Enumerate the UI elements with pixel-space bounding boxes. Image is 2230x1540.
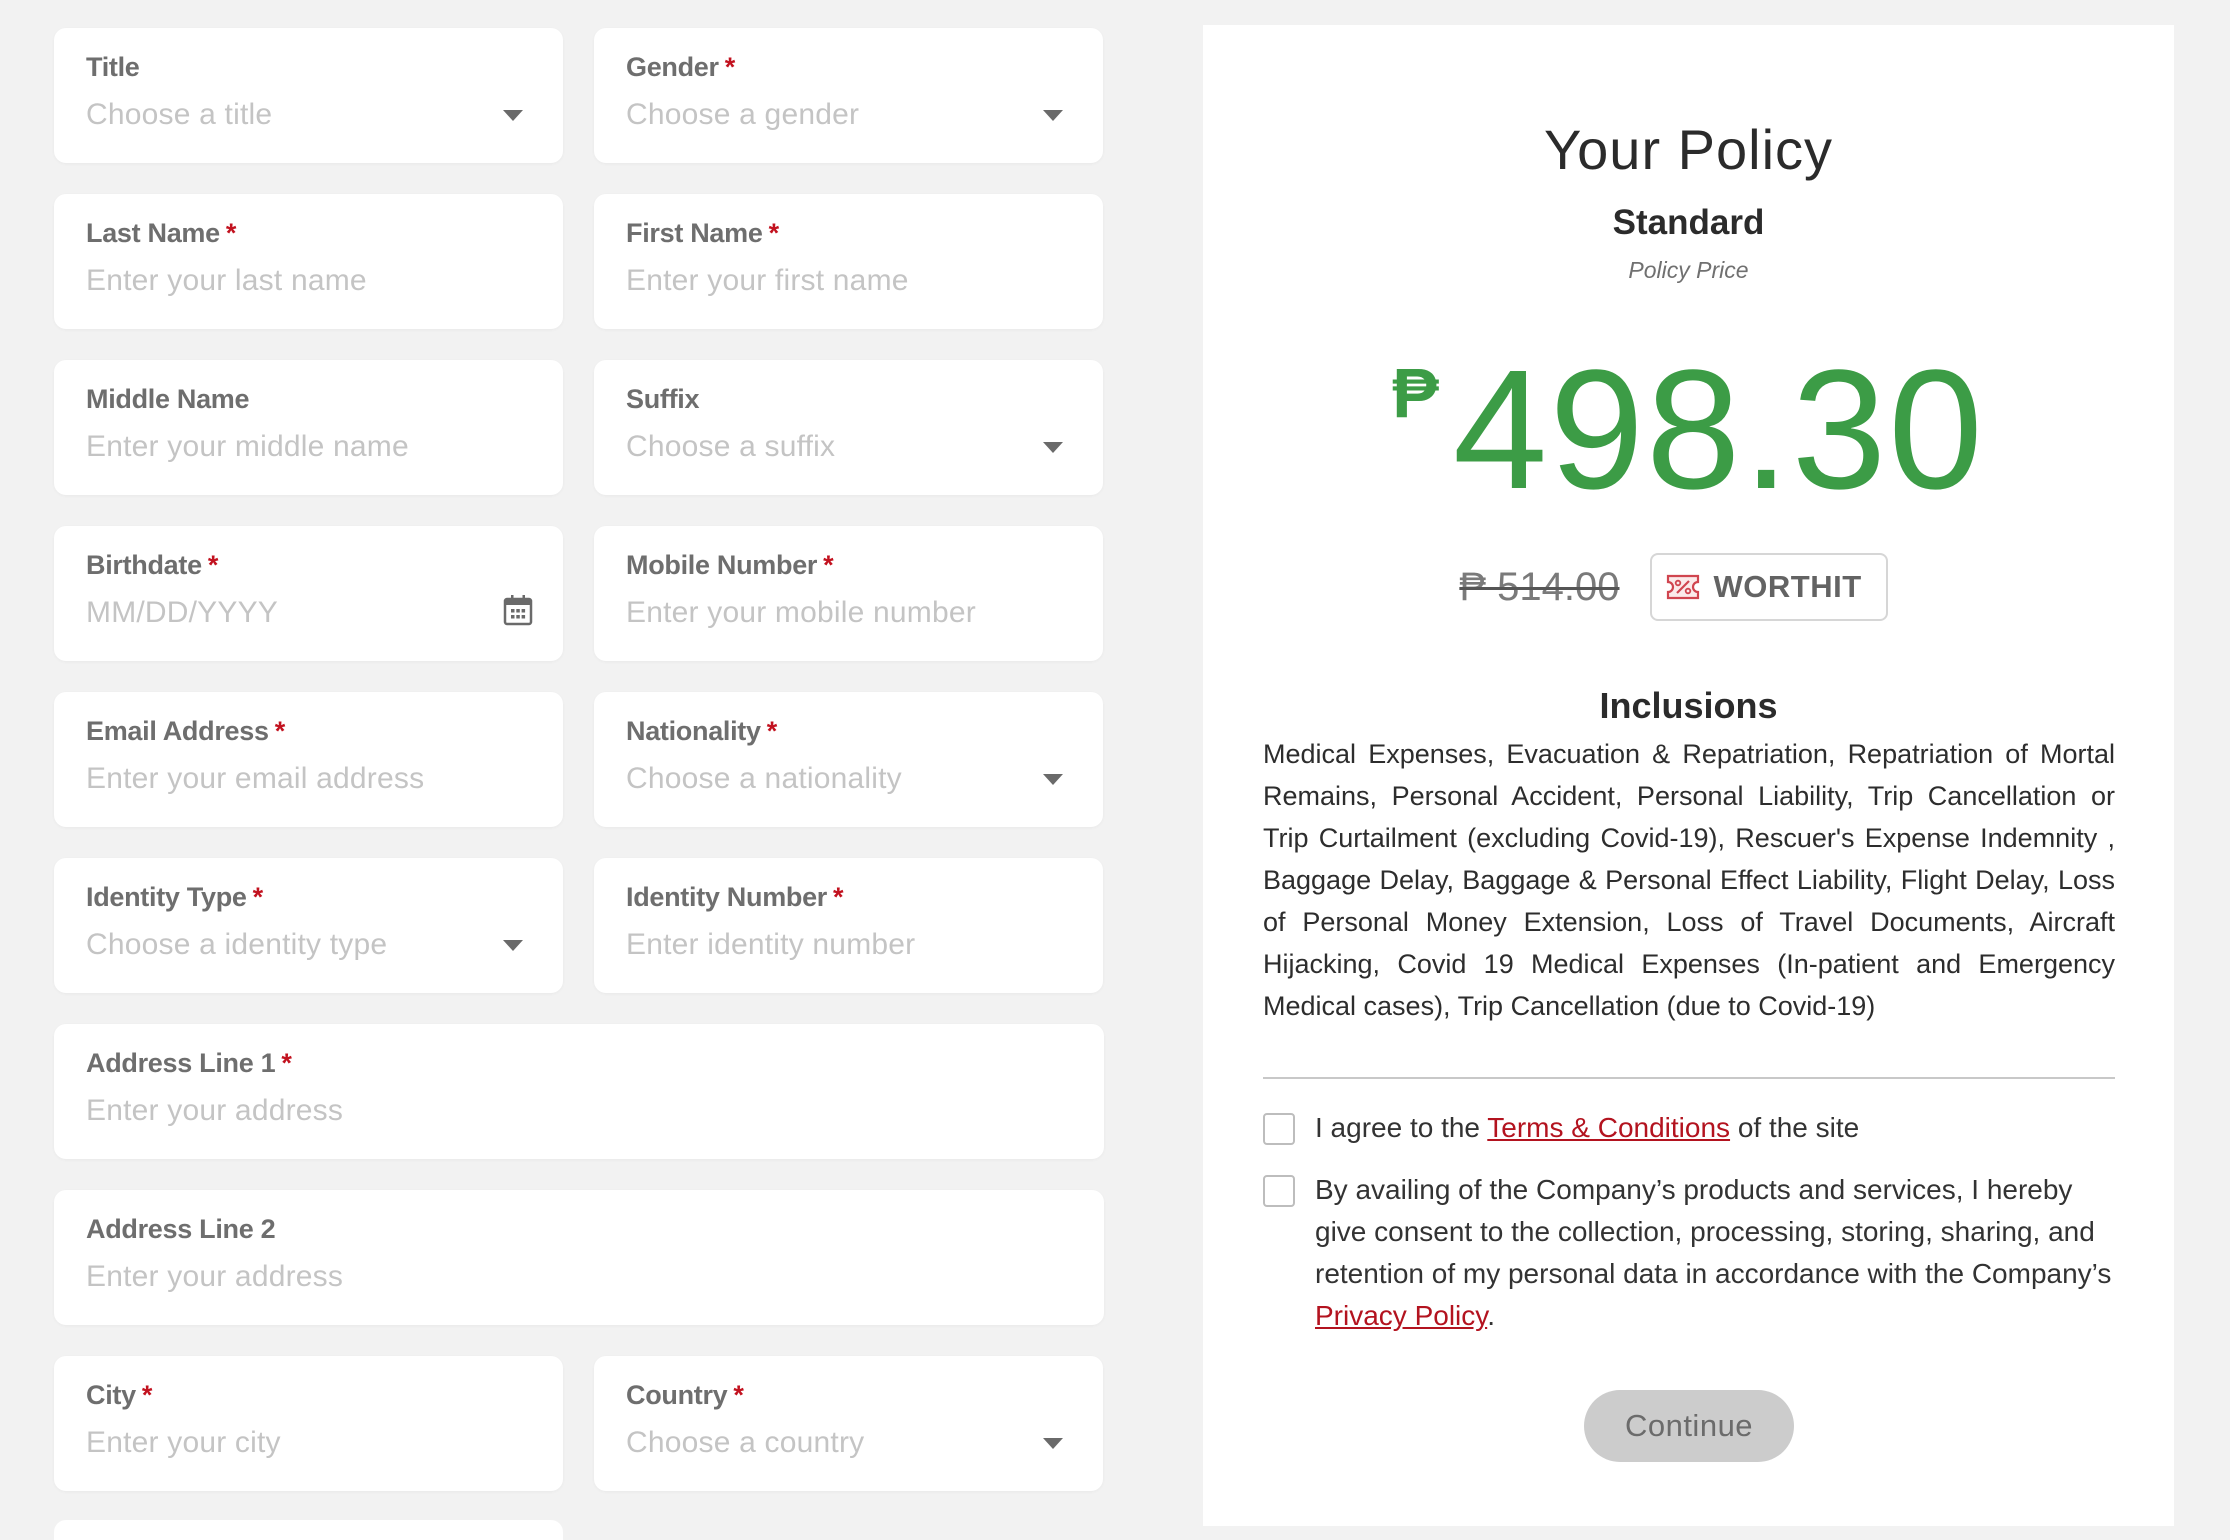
address-line-2-label: Address Line 2 (86, 1214, 276, 1244)
required-marker: * (207, 550, 219, 580)
email-label: Email Address * (86, 716, 286, 746)
required-marker: * (252, 882, 264, 912)
price-amount: 498.30 (1452, 335, 1985, 525)
chevron-down-icon[interactable] (1043, 774, 1063, 785)
required-marker: * (768, 218, 780, 248)
gender-field[interactable]: Gender * Choose a gender (594, 28, 1103, 163)
promo-code-badge[interactable]: WORTHIT (1649, 553, 1888, 621)
address-line-2-field[interactable]: Address Line 2 (54, 1190, 1104, 1325)
policy-title: Your Policy (1543, 118, 1834, 181)
country-field[interactable]: Country * Choose a country (594, 1356, 1103, 1491)
middle-name-field[interactable]: Middle Name (54, 360, 563, 495)
first-name-field[interactable]: First Name * (594, 194, 1103, 329)
mobile-number-input[interactable] (626, 596, 1026, 630)
identity-number-input[interactable] (626, 928, 1026, 962)
birthdate-label: Birthdate * (86, 550, 219, 580)
identity-type-label: Identity Type * (86, 882, 264, 912)
address-line-1-label: Address Line 1 * (86, 1048, 292, 1078)
mobile-number-field[interactable]: Mobile Number * (594, 526, 1103, 661)
chevron-down-icon[interactable] (503, 940, 523, 951)
terms-agreement: I agree to the Terms & Conditions of the… (1263, 1107, 2123, 1149)
currency-symbol: ₱ (1392, 354, 1439, 432)
chevron-down-icon[interactable] (1043, 1438, 1063, 1449)
inclusions-title: Inclusions (1599, 685, 1778, 726)
required-marker: * (823, 550, 834, 580)
consent-checkbox[interactable] (1263, 1175, 1295, 1207)
suffix-field[interactable]: Suffix Choose a suffix (594, 360, 1103, 495)
gender-select[interactable]: Choose a gender (626, 98, 1026, 132)
continue-button[interactable]: Continue (1584, 1390, 1794, 1462)
required-marker: * (141, 1380, 153, 1410)
nationality-select[interactable]: Choose a nationality (626, 762, 1026, 796)
address-line-2-input[interactable] (86, 1260, 986, 1294)
privacy-consent: By availing of the Company’s products an… (1263, 1169, 2123, 1337)
mobile-number-label: Mobile Number * (626, 550, 834, 580)
address-line-1-input[interactable] (86, 1094, 986, 1128)
email-field[interactable]: Email Address * (54, 692, 563, 827)
first-name-input[interactable] (626, 264, 1026, 298)
email-input[interactable] (86, 762, 486, 796)
birthdate-field[interactable]: Birthdate * (54, 526, 563, 661)
required-marker: * (833, 882, 844, 912)
required-marker: * (225, 218, 237, 248)
chevron-down-icon[interactable] (503, 110, 523, 121)
gender-label: Gender * (626, 52, 736, 82)
identity-type-select[interactable]: Choose a identity type (86, 928, 486, 962)
policy-price: ₱498.30 (1203, 325, 2174, 515)
address-line-1-field[interactable]: Address Line 1 * (54, 1024, 1104, 1159)
suffix-label: Suffix (626, 384, 700, 414)
city-label: City * (86, 1380, 153, 1410)
middle-name-label: Middle Name (86, 384, 250, 414)
identity-number-field[interactable]: Identity Number * (594, 858, 1103, 993)
suffix-select[interactable]: Choose a suffix (626, 430, 1026, 464)
consent-text: By availing of the Company’s products an… (1315, 1174, 2112, 1331)
promo-code: WORTHIT (1713, 569, 1862, 604)
title-select[interactable]: Choose a title (86, 98, 486, 132)
nationality-field[interactable]: Nationality * Choose a nationality (594, 692, 1103, 827)
inclusions-text: Medical Expenses, Evacuation & Repatriat… (1263, 739, 2115, 1021)
divider (1263, 1077, 2115, 1079)
birthdate-input[interactable] (86, 596, 486, 630)
required-marker: * (274, 716, 286, 746)
middle-name-input[interactable] (86, 430, 486, 464)
last-name-input[interactable] (86, 264, 486, 298)
country-select[interactable]: Choose a country (626, 1426, 1026, 1460)
next-field-card (54, 1520, 563, 1540)
required-marker: * (281, 1048, 292, 1078)
chevron-down-icon[interactable] (1043, 442, 1063, 453)
first-name-label: First Name * (626, 218, 780, 248)
last-name-label: Last Name * (86, 218, 237, 248)
chevron-down-icon[interactable] (1043, 110, 1063, 121)
policy-summary-panel: Your Policy Standard Policy Price ₱498.3… (1203, 25, 2174, 1526)
identity-number-label: Identity Number * (626, 882, 844, 912)
title-label: Title (86, 52, 140, 82)
country-label: Country * (626, 1380, 744, 1410)
last-name-field[interactable]: Last Name * (54, 194, 563, 329)
required-marker: * (733, 1380, 744, 1410)
plan-name: Standard (1612, 203, 1765, 242)
title-field[interactable]: Title Choose a title (54, 28, 563, 163)
terms-checkbox[interactable] (1263, 1113, 1295, 1145)
coupon-icon (1666, 574, 1699, 600)
terms-text: I agree to the Terms & Conditions of the… (1315, 1112, 1860, 1143)
nationality-label: Nationality * (626, 716, 778, 746)
price-caption: Policy Price (1628, 257, 1749, 283)
identity-type-field[interactable]: Identity Type * Choose a identity type (54, 858, 563, 993)
original-price: ₱ 514.00 (1459, 564, 1620, 609)
calendar-icon[interactable] (503, 594, 533, 626)
privacy-policy-link[interactable]: Privacy Policy (1315, 1300, 1487, 1331)
discount-row: ₱ 514.00 WORTHIT (1203, 553, 2174, 621)
city-input[interactable] (86, 1426, 486, 1460)
required-marker: * (724, 52, 736, 82)
required-marker: * (766, 716, 778, 746)
terms-link[interactable]: Terms & Conditions (1487, 1112, 1730, 1143)
city-field[interactable]: City * (54, 1356, 563, 1491)
